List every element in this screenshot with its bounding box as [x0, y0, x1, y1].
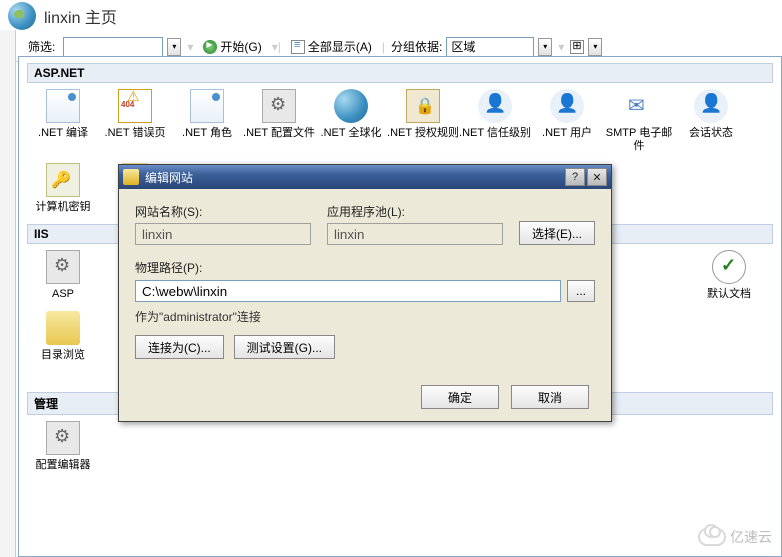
app-launcher[interactable]: .NET 用户	[531, 89, 603, 153]
app-launcher[interactable]: .NET 授权规则	[387, 89, 459, 153]
check-icon	[712, 250, 746, 284]
key-icon	[46, 163, 80, 197]
cancel-button[interactable]: 取消	[511, 385, 589, 409]
user-icon	[478, 89, 512, 123]
app-launcher[interactable]: 会话状态	[675, 89, 747, 153]
close-button[interactable]: ✕	[587, 168, 607, 186]
groupby-dropdown[interactable]: ▾	[538, 38, 552, 56]
gear-icon	[262, 89, 296, 123]
site-name-label: 网站名称(S):	[135, 203, 311, 220]
connect-as-button[interactable]: 连接为(C)...	[135, 335, 224, 359]
connect-as-text: 作为"administrator"连接	[135, 308, 595, 325]
app-launcher[interactable]: .NET 配置文件	[243, 89, 315, 153]
mail-icon	[622, 89, 656, 123]
globe-icon	[334, 89, 368, 123]
app-label: .NET 错误页	[99, 127, 171, 140]
app-launcher[interactable]: 默认文档	[693, 250, 765, 301]
user-icon	[694, 89, 728, 123]
globe-icon	[8, 2, 36, 30]
start-label: 开始(G)	[220, 38, 261, 55]
filter-dropdown[interactable]: ▾	[167, 38, 181, 56]
app-launcher[interactable]: .NET 编译	[27, 89, 99, 153]
dialog-icon	[123, 169, 139, 185]
site-name-field	[135, 223, 311, 245]
group-header-aspnet: ASP.NET	[27, 63, 773, 83]
app-label: .NET 全球化	[315, 127, 387, 140]
dialog-title: 编辑网站	[145, 169, 563, 186]
select-pool-button[interactable]: 选择(E)...	[519, 221, 595, 245]
app-launcher[interactable]: ASP	[27, 250, 99, 301]
showall-label: 全部显示(A)	[308, 38, 372, 55]
app-launcher[interactable]: 目录浏览	[27, 311, 99, 362]
app-label: .NET 角色	[171, 127, 243, 140]
app-launcher[interactable]: 配置编辑器	[27, 421, 99, 472]
user-icon	[550, 89, 584, 123]
showall-icon	[291, 40, 305, 54]
app-pool-field	[327, 223, 503, 245]
app-launcher[interactable]: .NET 全球化	[315, 89, 387, 153]
app-label: 默认文档	[693, 288, 765, 301]
app-launcher[interactable]: SMTP 电子邮件	[603, 89, 675, 153]
page-title: linxin 主页	[44, 4, 117, 28]
app-launcher[interactable]: .NET 错误页	[99, 89, 171, 153]
gear-icon	[46, 250, 80, 284]
lock-icon	[406, 89, 440, 123]
filter-input[interactable]	[63, 37, 163, 57]
cloud-icon	[698, 528, 726, 546]
test-settings-button[interactable]: 测试设置(G)...	[234, 335, 335, 359]
doc-icon	[46, 89, 80, 123]
show-all-button[interactable]: 全部显示(A)	[287, 36, 376, 57]
folder-icon	[46, 311, 80, 345]
app-launcher[interactable]: .NET 角色	[171, 89, 243, 153]
app-pool-label: 应用程序池(L):	[327, 203, 503, 220]
view-icon[interactable]	[570, 40, 584, 54]
app-launcher[interactable]: .NET 信任级别	[459, 89, 531, 153]
app-label: 计算机密钥	[27, 201, 99, 214]
app-label: ASP	[27, 288, 99, 301]
app-label: 配置编辑器	[27, 459, 99, 472]
warn-icon	[118, 89, 152, 123]
app-launcher[interactable]: 计算机密钥	[27, 163, 99, 214]
ok-button[interactable]: 确定	[421, 385, 499, 409]
app-label: .NET 用户	[531, 127, 603, 140]
app-label: .NET 配置文件	[243, 127, 315, 140]
browse-button[interactable]: ...	[567, 280, 595, 302]
groupby-combo[interactable]: 区域	[446, 37, 534, 57]
watermark: 亿速云	[698, 527, 772, 547]
doc-icon	[190, 89, 224, 123]
path-label: 物理路径(P):	[135, 259, 595, 276]
app-label: 会话状态	[675, 127, 747, 140]
app-label: .NET 编译	[27, 127, 99, 140]
app-label: SMTP 电子邮件	[603, 127, 675, 153]
app-label: .NET 信任级别	[459, 127, 531, 140]
filter-label: 筛选:	[28, 38, 55, 55]
help-button[interactable]: ?	[565, 168, 585, 186]
watermark-text: 亿速云	[730, 527, 772, 547]
ellipsis-icon: ...	[576, 284, 586, 298]
groupby-value: 区域	[451, 38, 475, 55]
gear-icon	[46, 421, 80, 455]
edit-website-dialog: 编辑网站 ? ✕ 网站名称(S): 应用程序池(L): 选择(E)... 物理路…	[118, 164, 612, 422]
app-label: .NET 授权规则	[387, 127, 459, 140]
play-icon	[203, 40, 217, 54]
app-label: 目录浏览	[27, 349, 99, 362]
view-dropdown[interactable]: ▾	[588, 38, 602, 56]
physical-path-field[interactable]	[135, 280, 561, 302]
groupby-label: 分组依据:	[391, 38, 442, 55]
start-button[interactable]: 开始(G)	[199, 36, 265, 57]
dialog-titlebar[interactable]: 编辑网站 ? ✕	[119, 165, 611, 189]
